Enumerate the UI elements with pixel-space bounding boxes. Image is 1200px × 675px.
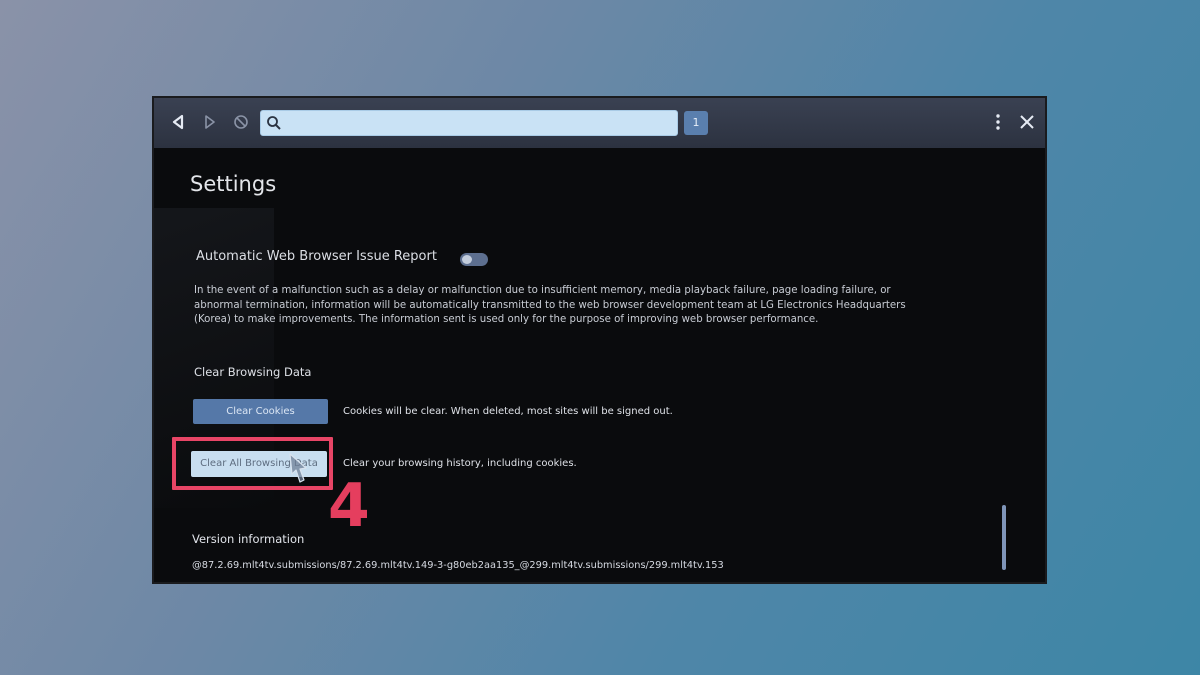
issue-report-description: In the event of a malfunction such as a … — [194, 285, 906, 325]
issue-report-label: Automatic Web Browser Issue Report — [196, 249, 437, 264]
version-information-value: @87.2.69.mlt4tv.submissions/87.2.69.mlt4… — [192, 560, 724, 571]
stop-button[interactable] — [230, 111, 252, 133]
forward-arrow-icon — [205, 115, 215, 129]
tv-screen: 1 Settings Automatic Web Browser Issue R… — [152, 96, 1047, 584]
settings-page: Settings Automatic Web Browser Issue Rep… — [154, 148, 1045, 582]
clear-cookies-button[interactable]: Clear Cookies — [193, 399, 328, 424]
clear-browsing-data-title: Clear Browsing Data — [194, 365, 312, 379]
close-icon — [1020, 115, 1034, 129]
vertical-ellipsis-icon — [996, 114, 1000, 130]
back-button[interactable] — [167, 111, 189, 133]
step-number-label: 4 — [328, 471, 370, 541]
clear-all-description: Clear your browsing history, including c… — [343, 458, 577, 469]
toggle-knob — [462, 255, 472, 264]
page-title: Settings — [190, 172, 277, 196]
close-button[interactable] — [1016, 111, 1038, 133]
browser-toolbar: 1 — [154, 98, 1045, 148]
scrollbar[interactable] — [1002, 505, 1006, 570]
issue-report-toggle[interactable] — [460, 253, 488, 266]
pointer-cursor-icon — [289, 453, 307, 483]
clear-cookies-description: Cookies will be clear. When deleted, mos… — [343, 406, 673, 417]
back-arrow-icon — [172, 114, 184, 130]
version-information-title: Version information — [192, 532, 305, 546]
forward-button[interactable] — [199, 111, 221, 133]
url-bar[interactable] — [260, 110, 678, 136]
stop-icon — [234, 115, 248, 129]
search-icon — [267, 116, 281, 130]
more-menu-button[interactable] — [987, 111, 1009, 133]
tab-count-button[interactable]: 1 — [684, 111, 708, 135]
